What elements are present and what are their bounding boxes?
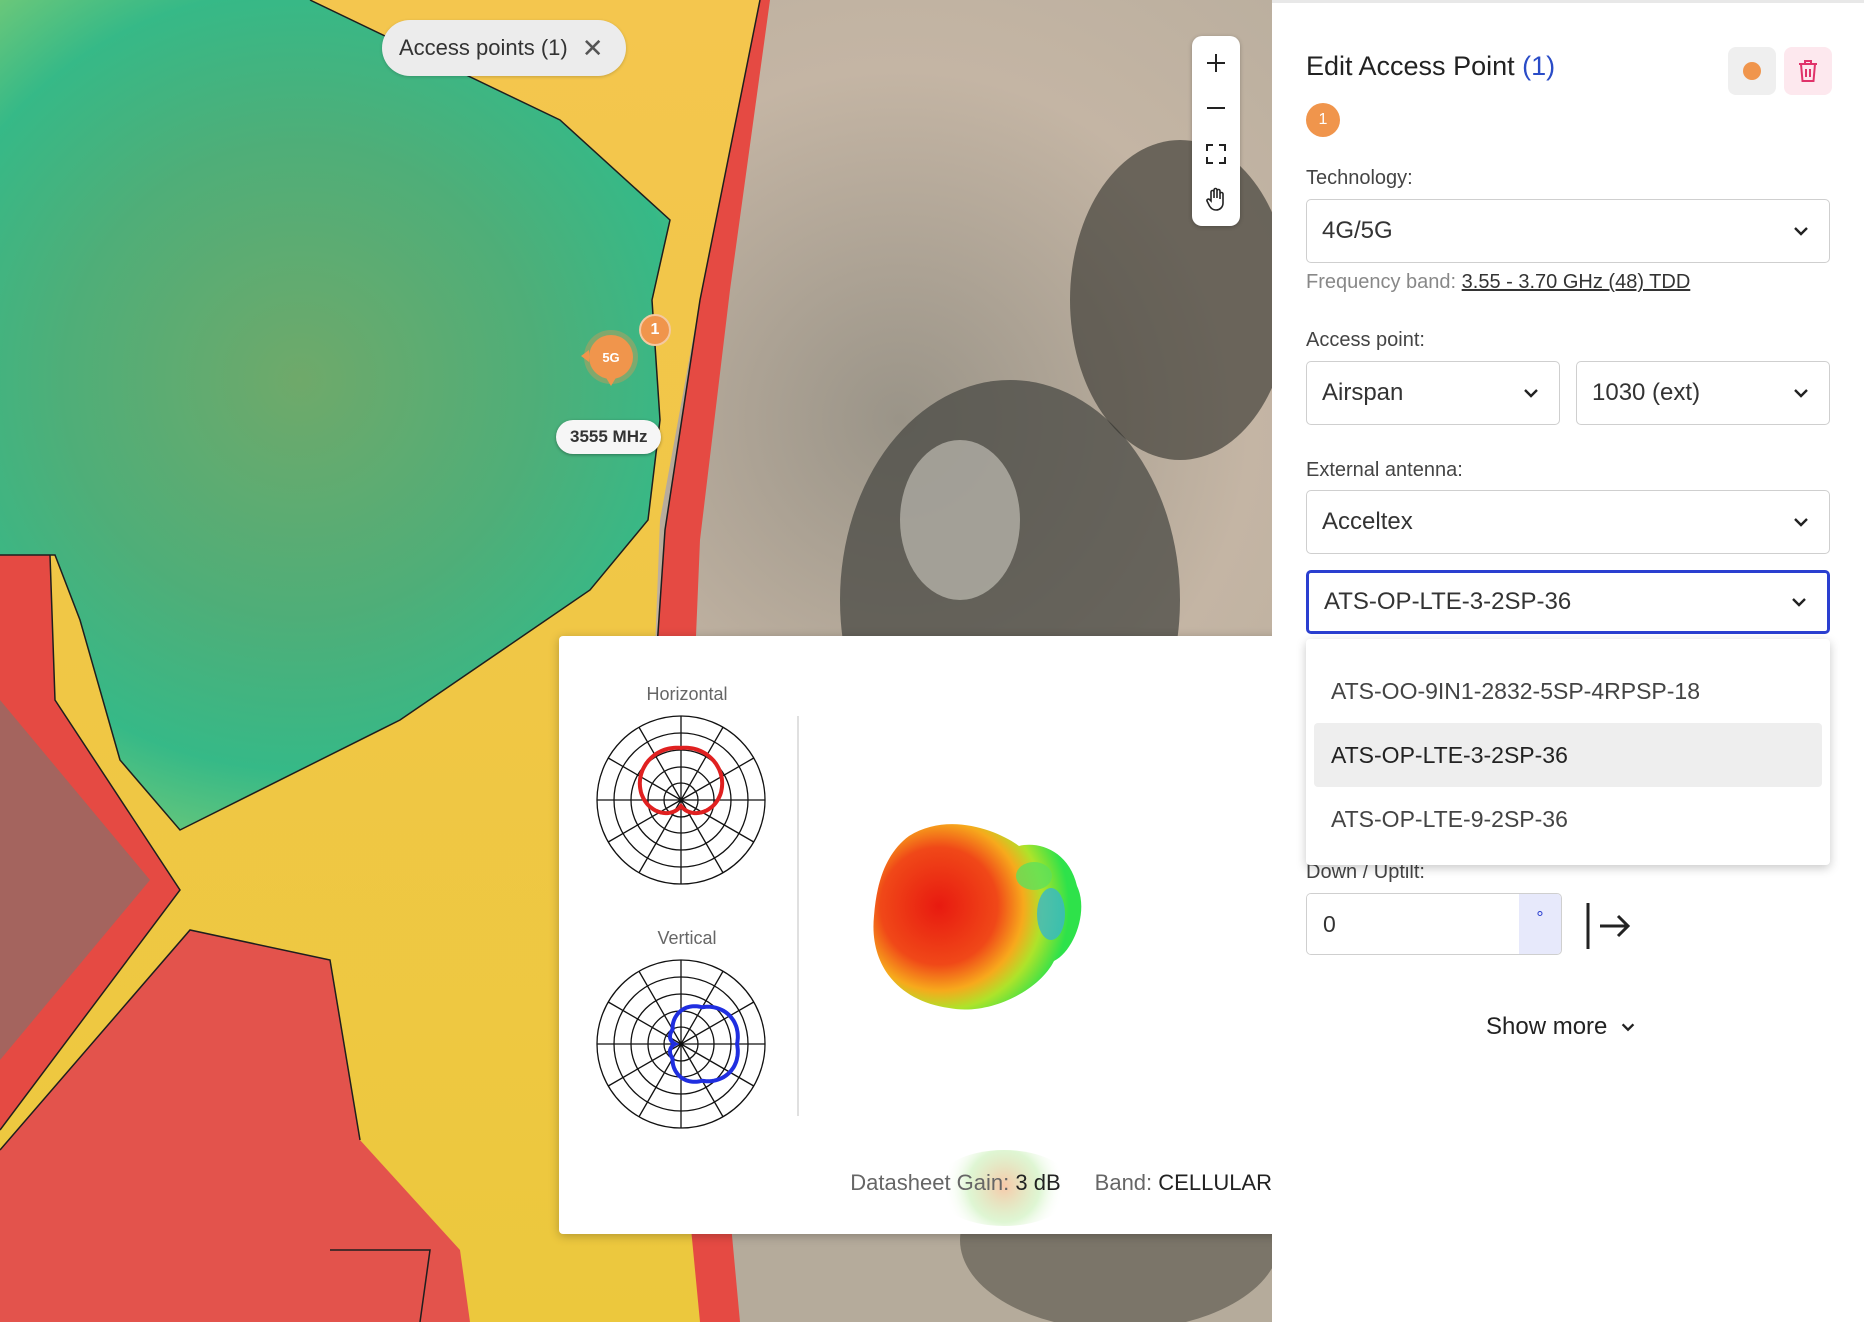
ap-frequency-label: 3555 MHz [556, 420, 662, 454]
access-point-label: Access point: [1306, 329, 1425, 351]
zoom-in-icon[interactable] [1196, 43, 1236, 83]
pan-hand-icon[interactable] [1196, 179, 1236, 219]
frequency-band: Frequency band: 3.55 - 3.70 GHz (48) TDD [1306, 271, 1690, 294]
chevron-down-icon [1794, 389, 1808, 398]
antenna-vendor-select[interactable]: Acceltex [1306, 490, 1830, 554]
delete-button[interactable] [1784, 47, 1832, 95]
antenna-model-dropdown: ATS-OO-9IN1-2832-5SP-4RPSP-18 ATS-OP-LTE-… [1306, 639, 1830, 865]
chevron-down-icon [1794, 518, 1808, 527]
band-value: CELLULAR [1158, 1170, 1272, 1195]
show-more-button[interactable]: Show more [1486, 1013, 1637, 1041]
ap-marker-label: 5G [602, 350, 619, 365]
panel-title: Edit Access Point (1) [1306, 51, 1555, 82]
close-icon[interactable]: ✕ [582, 35, 604, 61]
external-antenna-label: External antenna: [1306, 459, 1463, 481]
antenna-model-value: ATS-OP-LTE-3-2SP-36 [1324, 588, 1572, 615]
panel-title-text: Edit Access Point [1306, 51, 1515, 81]
ap-vendor-value: Airspan [1322, 379, 1404, 406]
tilt-direction-icon[interactable] [1584, 901, 1634, 951]
horizontal-pattern-plot [596, 715, 766, 885]
ap-vendor-select[interactable]: Airspan [1306, 361, 1560, 425]
access-points-filter-chip[interactable]: Access points (1) ✕ [382, 20, 626, 76]
frequency-band-label: Frequency band: [1306, 271, 1457, 293]
antenna-pattern-popup: Horizontal Vertical Datasheet Gain: 3 dB… [559, 636, 1300, 1234]
technology-label: Technology: [1306, 167, 1413, 189]
chevron-down-icon [1622, 1023, 1635, 1032]
vertical-plot-title: Vertical [657, 928, 717, 948]
map-zoom-controls [1192, 36, 1240, 226]
antenna-model-select[interactable]: ATS-OP-LTE-3-2SP-36 [1306, 570, 1830, 634]
chevron-down-icon [1792, 598, 1806, 607]
ap-model-value: 1030 (ext) [1592, 379, 1701, 406]
antenna-band: Band: CELLULAR [1095, 1170, 1272, 1196]
access-point-marker[interactable]: 5G [581, 330, 639, 396]
chip-label: Access points (1) [399, 35, 568, 60]
color-picker-button[interactable] [1728, 47, 1776, 95]
band-label: Band: [1094, 1170, 1153, 1195]
degree-unit: ° [1519, 894, 1561, 954]
access-point-badge: 1 [1306, 103, 1340, 137]
popup-divider [797, 716, 799, 1116]
ap-model-select[interactable]: 1030 (ext) [1576, 361, 1830, 425]
trash-icon [1799, 60, 1817, 82]
frequency-band-link[interactable]: 3.55 - 3.70 GHz (48) TDD [1462, 271, 1691, 293]
ap-count-badge: 1 [639, 314, 671, 346]
color-dot-icon [1743, 62, 1761, 80]
chevron-down-icon [1524, 389, 1538, 398]
tilt-input[interactable] [1307, 894, 1519, 954]
antenna-3d-pattern [873, 824, 1082, 1010]
vertical-pattern-plot [596, 959, 766, 1129]
antenna-option[interactable]: ATS-OO-9IN1-2832-5SP-4RPSP-18 [1314, 659, 1822, 723]
technology-select[interactable]: 4G/5G [1306, 199, 1830, 263]
antenna-option[interactable]: ATS-OP-LTE-3-2SP-36 [1314, 723, 1822, 787]
edit-access-point-panel: Edit Access Point (1) 1 Technology: 4G/5… [1272, 0, 1864, 1322]
gain-label: Datasheet Gain: [850, 1170, 1010, 1195]
gain-value: 3 dB [1015, 1170, 1061, 1195]
chevron-down-icon [1794, 227, 1808, 236]
tilt-field[interactable]: ° [1306, 893, 1562, 955]
show-more-label: Show more [1486, 1013, 1608, 1040]
technology-value: 4G/5G [1322, 217, 1393, 244]
panel-title-count: (1) [1522, 51, 1556, 81]
datasheet-gain: Datasheet Gain: 3 dB [850, 1170, 1060, 1196]
antenna-option[interactable]: ATS-OP-LTE-9-2SP-36 [1314, 787, 1822, 851]
zoom-out-icon[interactable] [1196, 88, 1236, 128]
antenna-vendor-value: Acceltex [1322, 508, 1413, 535]
panel-actions [1728, 47, 1832, 95]
antenna-info-footer: Datasheet Gain: 3 dB Band: CELLULAR [850, 1170, 1272, 1196]
fullscreen-icon[interactable] [1196, 134, 1236, 174]
horizontal-plot-title: Horizontal [646, 684, 728, 704]
